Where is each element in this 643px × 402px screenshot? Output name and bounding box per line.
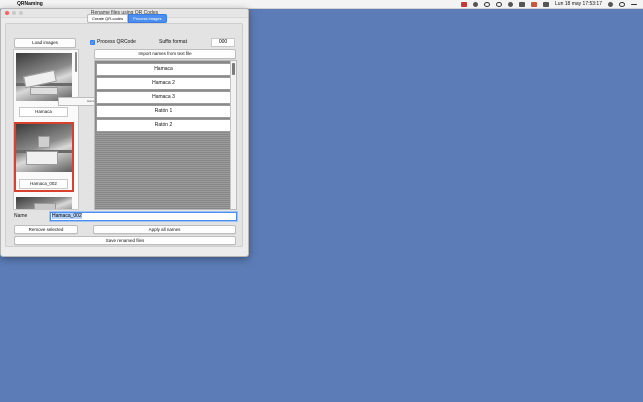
checkmark-icon: ✓ — [90, 39, 95, 45]
process-qrcode-checkbox[interactable]: ✓ Process QRCode — [90, 39, 136, 45]
thumbnail-scrollbar[interactable] — [75, 52, 77, 72]
list-item[interactable]: Ratón 1 — [96, 105, 231, 118]
scrollbar-thumb[interactable] — [232, 63, 235, 75]
suffix-format-input[interactable]: 000 — [211, 38, 235, 47]
wifi-icon[interactable] — [508, 1, 514, 7]
name-input-value: Hamaca_002 — [52, 213, 82, 219]
tab-create-qr-codes[interactable]: Create QR-codes — [87, 14, 129, 23]
clock[interactable]: Lun 18 may 17:53:17 — [555, 1, 602, 7]
app-menu[interactable]: QRNaming — [17, 1, 43, 7]
list-item[interactable]: Ratón 2 — [96, 119, 231, 132]
volume-icon[interactable] — [543, 1, 550, 7]
image-item[interactable]: Hamaca — [16, 53, 72, 119]
list-item[interactable]: Hamaca — [96, 63, 231, 76]
image-thumbnail-list[interactable]: Hamaca Hamaca_002 — [13, 49, 79, 210]
image-item[interactable] — [16, 197, 72, 209]
image-thumbnail — [16, 53, 72, 101]
suffix-format-label: Suffix format — [159, 39, 187, 45]
tab-process-images[interactable]: Process images — [128, 14, 167, 23]
image-thumbnail — [16, 124, 72, 172]
list-item[interactable]: Hamaca 2 — [96, 77, 231, 90]
process-qrcode-label: Process QRCode — [97, 39, 136, 45]
image-item-selected[interactable]: Hamaca_002 — [14, 122, 74, 192]
status-area: Lun 18 may 17:53:17 — [461, 0, 637, 8]
tab-bar: Create QR-codes Process images — [87, 14, 167, 23]
notification-center-icon[interactable] — [631, 3, 637, 5]
spotlight-search-icon[interactable] — [619, 1, 625, 7]
time-machine-icon[interactable] — [496, 1, 503, 7]
qr-app-status-icon[interactable] — [461, 1, 468, 7]
battery-icon[interactable] — [519, 1, 526, 7]
name-label: Name — [14, 213, 28, 219]
language-flag-icon[interactable] — [531, 1, 538, 7]
names-list[interactable]: Hamaca Hamaca 2 Hamaca 3 Ratón 1 Ratón 2 — [94, 60, 237, 210]
list-item[interactable]: Hamaca 3 — [96, 91, 231, 104]
load-images-button[interactable]: Load images — [14, 38, 76, 48]
save-renamed-files-button[interactable]: Save renamed files — [14, 236, 236, 245]
apply-all-names-button[interactable]: Apply all names — [93, 225, 236, 234]
input-icon[interactable] — [484, 1, 491, 7]
user-icon[interactable] — [608, 1, 613, 7]
image-caption[interactable]: Hamaca_002 — [19, 179, 68, 189]
image-thumbnail — [16, 197, 72, 209]
cloud-icon[interactable] — [473, 1, 479, 7]
names-scrollbar[interactable] — [230, 61, 236, 209]
import-names-button[interactable]: Import names from text file — [94, 49, 236, 59]
name-input[interactable]: Hamaca_002 — [50, 212, 237, 221]
remove-selected-button[interactable]: Remove selected — [14, 225, 78, 234]
image-caption[interactable]: Hamaca — [19, 107, 68, 117]
